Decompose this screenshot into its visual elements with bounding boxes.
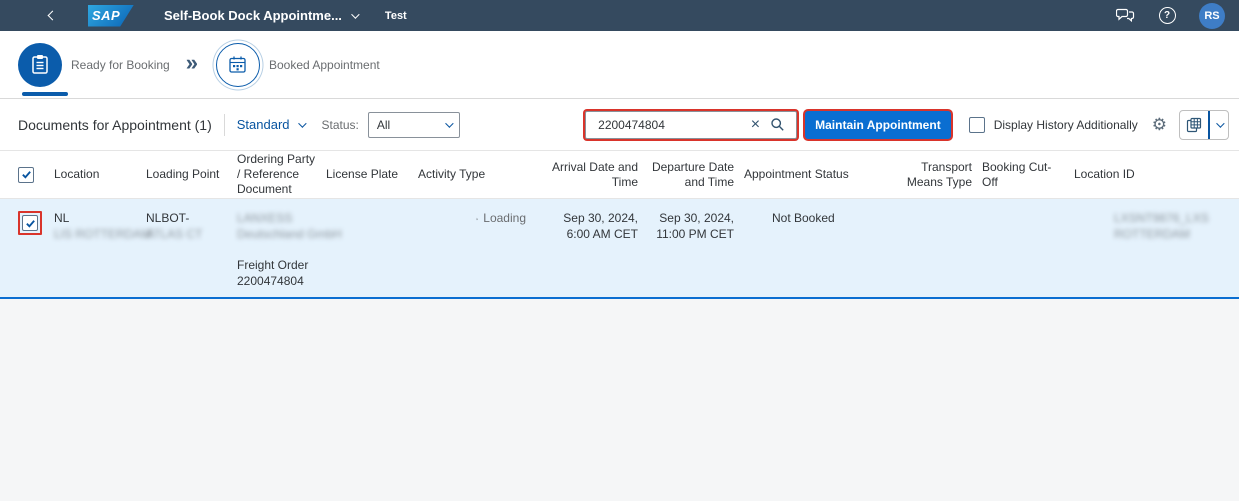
page-background: [0, 299, 1239, 501]
arrival-date: Sep 30, 2024,: [563, 211, 638, 225]
annotation-box-checkbox: [18, 211, 42, 235]
col-license-plate: License Plate: [326, 167, 399, 181]
check-icon: [21, 171, 31, 179]
row-checkbox[interactable]: [22, 215, 38, 231]
toolbar-divider: [223, 113, 225, 136]
calendar-icon: [229, 56, 247, 73]
cell-arrival: Sep 30, 2024, 6:00 AM CET: [536, 211, 648, 242]
export-icon: [1186, 117, 1202, 132]
table-row[interactable]: NL LIS ROTTERDAM NLBOT-ATLAS CT LANXESS …: [0, 199, 1239, 300]
variant-chevron-icon: [297, 118, 307, 128]
double-chevron-icon: »: [185, 49, 198, 75]
step-ready-for-booking[interactable]: Ready for Booking: [18, 42, 170, 87]
location-id-redacted-line2: ROTTERDAM: [1114, 226, 1190, 241]
reference-document-number: 2200474804: [237, 273, 304, 288]
variant-selector[interactable]: Standard: [236, 117, 307, 132]
cell-ordering-party: LANXESS Deutschland GmbH Freight Order 2…: [237, 211, 342, 289]
ordering-party-redacted-line1: LANXESS: [237, 211, 293, 225]
search-field: ×: [585, 110, 798, 139]
table-toolbar: Documents for Appointment (1) Standard S…: [0, 99, 1239, 151]
export-button[interactable]: [1180, 111, 1208, 139]
ordering-party-redacted-line2: Deutschland GmbH: [237, 226, 342, 241]
status-label: Status:: [321, 117, 359, 132]
activity-type-label: Loading: [483, 211, 526, 225]
col-location: Location: [54, 167, 100, 181]
system-tag: Test: [384, 9, 407, 22]
col-booking-cutoff: Booking Cut-Off: [982, 159, 1052, 189]
clear-icon[interactable]: ×: [744, 116, 767, 133]
col-activity-type: Activity Type: [418, 167, 486, 181]
booked-appointment-circle: [215, 42, 260, 87]
feedback-button[interactable]: [1115, 6, 1135, 26]
table-header-row: Location Loading Point Ordering Party / …: [0, 151, 1239, 199]
step-label-ready: Ready for Booking: [71, 57, 170, 72]
col-departure: Departure Date and Time: [651, 159, 734, 189]
select-all-checkbox[interactable]: [18, 166, 34, 183]
loading-point-redacted: ATLAS CT: [146, 226, 203, 241]
row-select-cell: [18, 211, 54, 235]
feedback-icon: [1115, 8, 1134, 23]
help-glyph: ?: [1163, 10, 1171, 21]
export-menu-button[interactable]: [1210, 111, 1228, 139]
sap-logo[interactable]: SAP: [88, 4, 134, 27]
back-chevron-icon: [47, 10, 57, 21]
location-redacted: LIS ROTTERDAM: [54, 226, 152, 241]
help-icon: ?: [1158, 7, 1176, 24]
col-arrival: Arrival Date and Time: [551, 159, 638, 189]
display-history-label: Display History Additionally: [993, 117, 1138, 132]
loading-point-prefix: NLBOT-: [146, 211, 190, 225]
col-loading-point: Loading Point: [146, 167, 220, 181]
variant-label: Standard: [236, 117, 290, 132]
cell-activity-type: Loading: [418, 211, 536, 227]
maintain-appointment-button[interactable]: Maintain Appointment: [805, 110, 951, 139]
back-button[interactable]: [42, 6, 62, 26]
reference-document: Freight Order 2200474804: [237, 258, 316, 289]
status-value: All: [376, 117, 391, 132]
select-all-cell: [18, 166, 54, 183]
step-booked-appointment[interactable]: Booked Appointment: [215, 42, 380, 87]
cell-departure: Sep 30, 2024, 11:00 PM CET: [648, 211, 744, 242]
forklift-icon: [476, 217, 478, 220]
avatar-initials: RS: [1204, 9, 1220, 22]
sap-logo-text: SAP: [92, 8, 121, 23]
app-title: Self-Book Dock Appointme...: [164, 8, 342, 23]
cell-location-id: LXSNT9876_LXS ROTTERDAM: [1074, 211, 1239, 242]
select-chevron-icon: [445, 118, 454, 128]
cell-appointment-status: Not Booked: [772, 211, 835, 225]
check-icon: [25, 219, 35, 228]
reference-document-type: Freight Order: [237, 258, 309, 273]
display-history-checkbox[interactable]: [968, 116, 985, 133]
settings-gear-icon[interactable]: ⚙: [1152, 116, 1167, 133]
col-appointment-status: Appointment Status: [744, 167, 849, 181]
selected-step-indicator: [22, 92, 68, 96]
export-chevron-icon: [1216, 118, 1225, 128]
arrival-time: 6:00 AM CET: [566, 226, 638, 241]
cell-loading-point: NLBOT-ATLAS CT: [146, 211, 237, 242]
step-label-booked: Booked Appointment: [268, 57, 380, 72]
shell-header: SAP Self-Book Dock Appointme... Test ? R…: [0, 0, 1239, 31]
col-ordering-party: Ordering Party / Reference Document: [237, 152, 316, 196]
app-title-dropdown[interactable]: Self-Book Dock Appointme...: [164, 8, 360, 23]
table-title: Documents for Appointment (1): [18, 116, 212, 133]
col-location-id: Location ID: [1074, 167, 1135, 181]
avatar[interactable]: RS: [1199, 2, 1225, 29]
location-prefix: NL: [54, 211, 69, 225]
location-id-redacted-line1: LXSNT9876_LXS: [1114, 211, 1209, 225]
col-transport-means: Transport Means Type: [906, 159, 972, 189]
cell-location: NL LIS ROTTERDAM: [54, 211, 151, 242]
search-icon[interactable]: [767, 117, 788, 132]
departure-date: Sep 30, 2024,: [659, 211, 734, 225]
departure-time: 11:00 PM CET: [656, 226, 734, 241]
status-select[interactable]: All: [367, 111, 460, 138]
help-button[interactable]: ?: [1157, 6, 1177, 26]
clipboard-icon: [32, 55, 48, 74]
export-split-button: [1179, 109, 1229, 140]
process-flow-bar: Ready for Booking » Booked Appointment: [0, 31, 1239, 99]
ready-for-booking-circle: [18, 42, 62, 87]
chevron-down-icon: [351, 9, 360, 19]
search-input[interactable]: [588, 117, 744, 132]
